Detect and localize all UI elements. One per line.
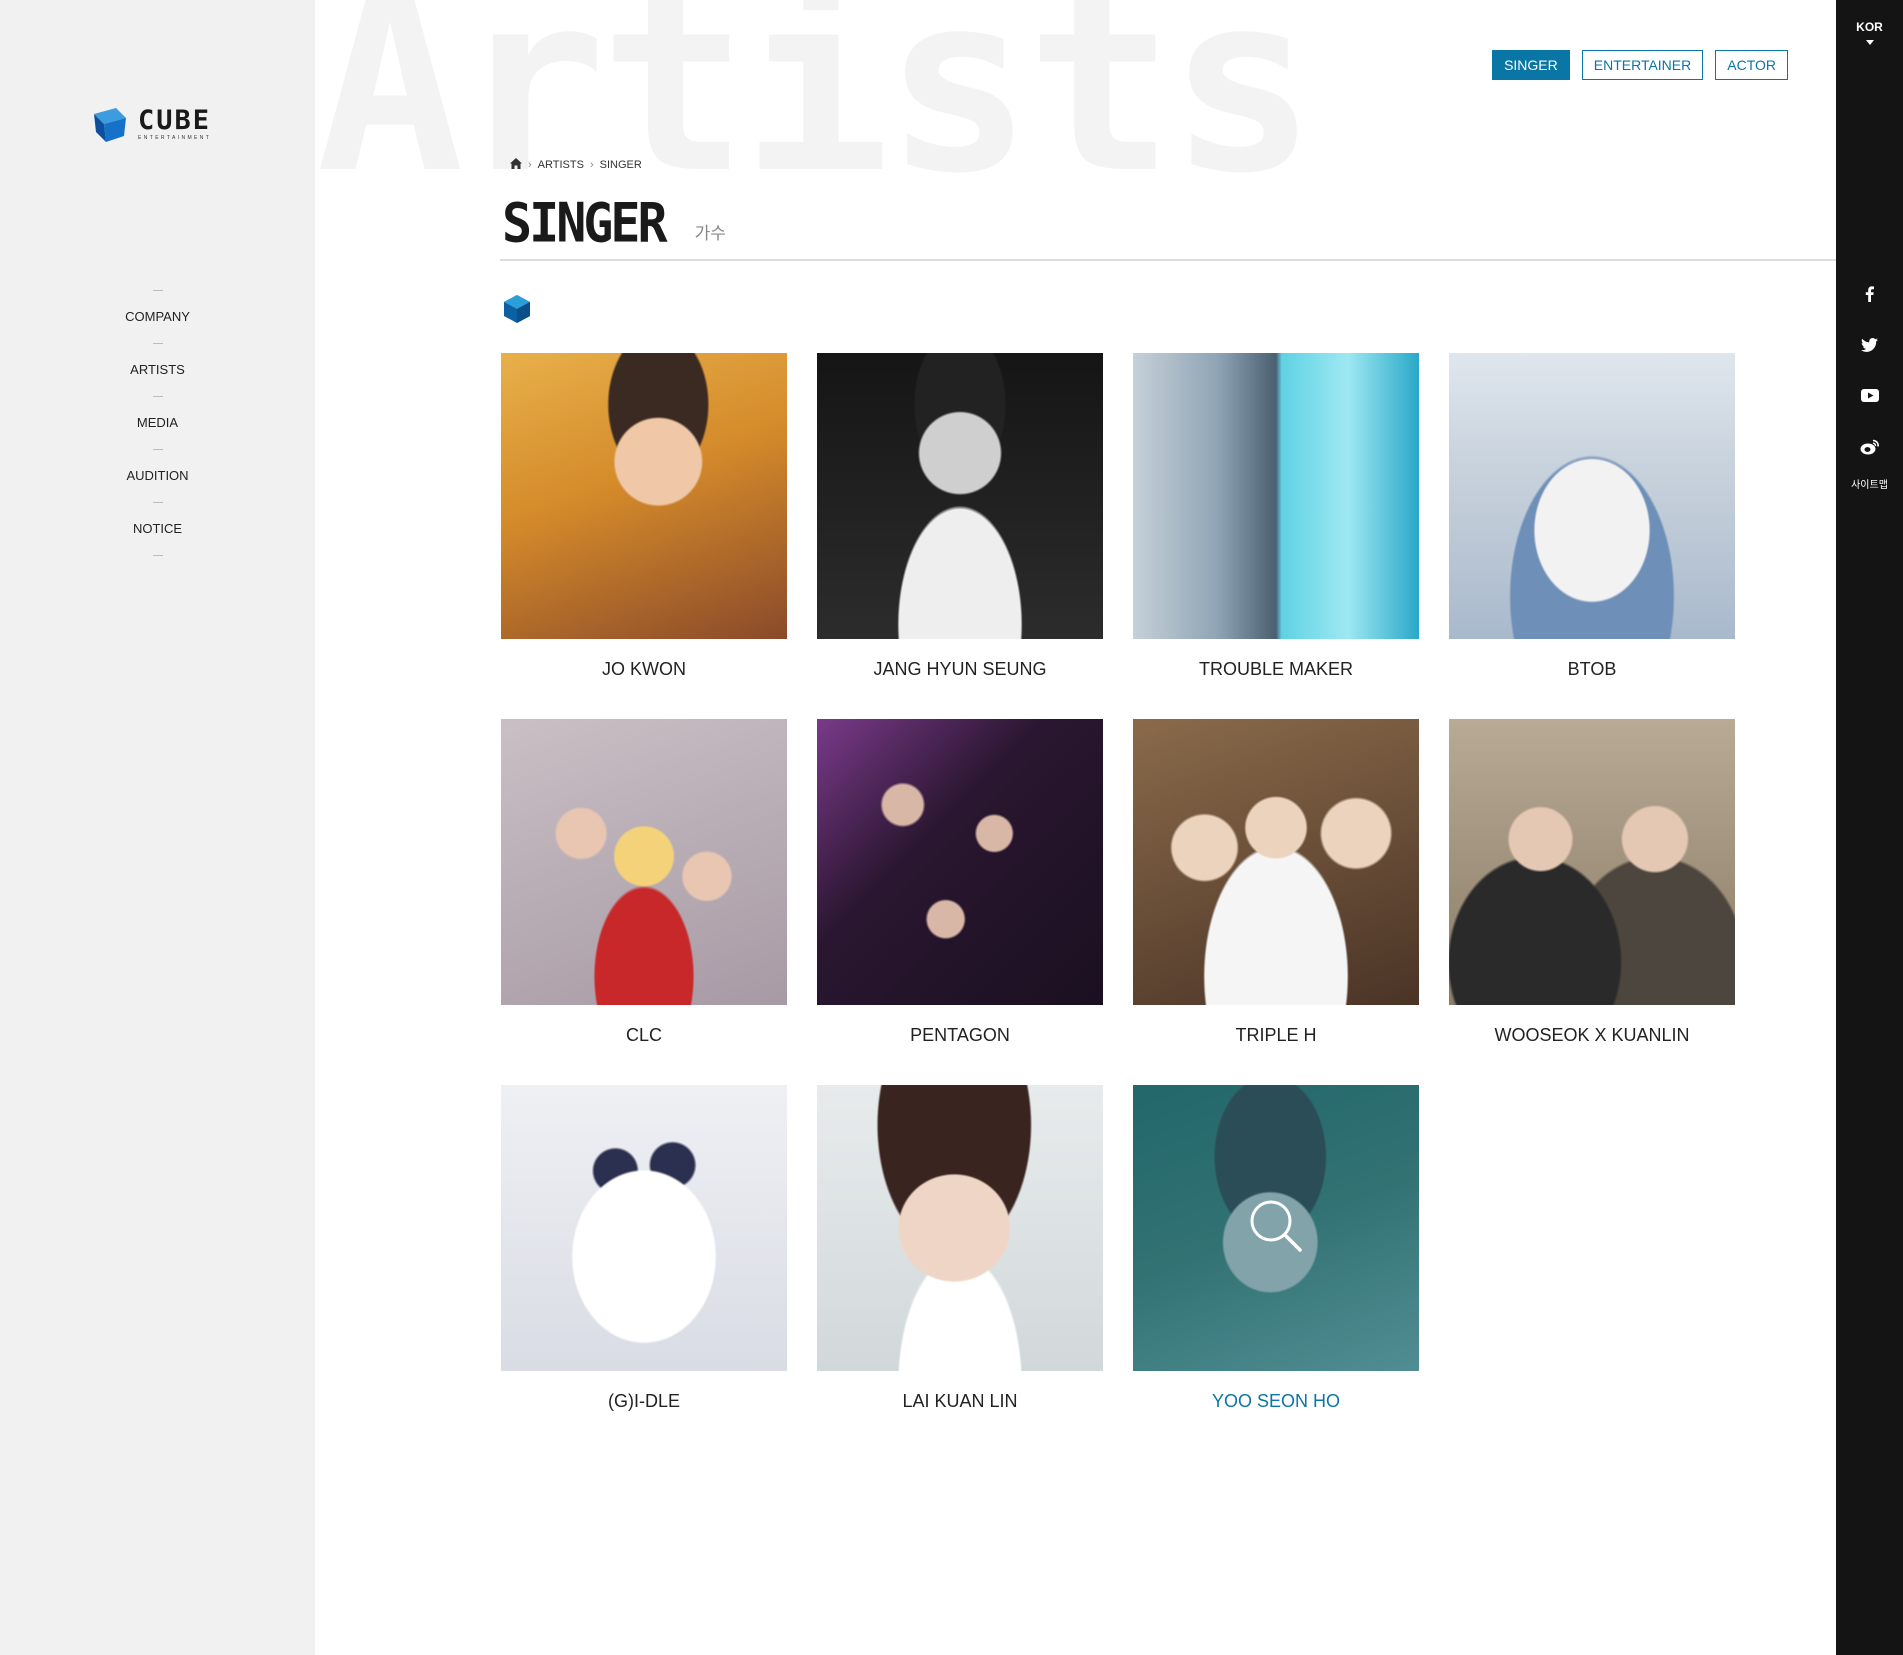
left-sidebar: CUBE ENTERTAINMENT COMPANY ARTISTS MEDIA… xyxy=(0,0,315,1655)
artist-photo[interactable] xyxy=(817,719,1103,1005)
category-tabs: SINGER ENTERTAINER ACTOR xyxy=(1492,50,1788,80)
hover-overlay[interactable] xyxy=(1133,1085,1419,1371)
search-icon xyxy=(1248,1198,1304,1259)
artist-card-btob[interactable]: BTOB xyxy=(1449,353,1735,719)
artist-card-yoo-seon-ho[interactable]: YOO SEON HO xyxy=(1133,1085,1419,1451)
nav-item-notice[interactable]: NOTICE xyxy=(0,503,315,555)
home-icon[interactable] xyxy=(510,158,522,172)
nav-item-media[interactable]: MEDIA xyxy=(0,397,315,449)
tab-singer[interactable]: SINGER xyxy=(1492,50,1570,80)
facebook-icon[interactable] xyxy=(1836,268,1903,319)
artist-photo[interactable] xyxy=(1133,353,1419,639)
artist-photo[interactable] xyxy=(1449,719,1735,1005)
youtube-icon[interactable] xyxy=(1836,370,1903,421)
breadcrumb-singer[interactable]: SINGER xyxy=(600,159,642,171)
artist-photo[interactable] xyxy=(501,1085,787,1371)
page-subtitle: 가수 xyxy=(694,224,726,243)
weibo-icon[interactable] xyxy=(1836,421,1903,472)
artist-name: JANG HYUN SEUNG xyxy=(873,659,1047,679)
artist-name: PENTAGON xyxy=(910,1025,1010,1045)
artist-card-wooseok-x-kuanlin[interactable]: WOOSEOK X KUANLIN xyxy=(1449,719,1735,1085)
nav-item-artists[interactable]: ARTISTS xyxy=(0,344,315,396)
artist-card-trouble-maker[interactable]: TROUBLE MAKER xyxy=(1133,353,1419,719)
artist-photo[interactable] xyxy=(817,353,1103,639)
right-utility-bar: KOR 사이트맵 xyxy=(1836,0,1903,1655)
artist-name: (G)I-DLE xyxy=(608,1391,680,1411)
artist-photo[interactable] xyxy=(1133,719,1419,1005)
title-divider xyxy=(500,259,1836,261)
artist-name: JO KWON xyxy=(602,659,686,679)
artist-card-pentagon[interactable]: PENTAGON xyxy=(817,719,1103,1085)
main-nav: COMPANY ARTISTS MEDIA AUDITION NOTICE xyxy=(0,290,315,556)
page-header: SINGER 가수 xyxy=(502,191,726,255)
nav-divider xyxy=(152,555,163,556)
artist-name: TROUBLE MAKER xyxy=(1198,659,1354,679)
tab-actor[interactable]: ACTOR xyxy=(1715,50,1788,80)
artist-card-g-i-dle[interactable]: (G)I-DLE xyxy=(501,1085,787,1451)
background-artists-word: Artists xyxy=(316,0,1311,192)
cube-logo-icon xyxy=(90,104,130,144)
chevron-right-icon: › xyxy=(528,159,532,171)
language-selector[interactable]: KOR xyxy=(1836,20,1903,45)
artist-photo[interactable] xyxy=(1449,353,1735,639)
tab-entertainer[interactable]: ENTERTAINER xyxy=(1581,50,1704,80)
sitemap-link[interactable]: 사이트맵 xyxy=(1836,476,1903,491)
artist-card-jo-kwon[interactable]: JO KWON xyxy=(501,353,787,719)
artist-card-clc[interactable]: CLC xyxy=(501,719,787,1085)
artist-card-lai-kuan-lin[interactable]: LAI KUAN LIN xyxy=(817,1085,1103,1451)
nav-item-audition[interactable]: AUDITION xyxy=(0,450,315,502)
artist-card-triple-h[interactable]: TRIPLE H xyxy=(1133,719,1419,1085)
artist-photo[interactable] xyxy=(501,353,787,639)
page-title: SINGER xyxy=(502,191,668,255)
cube-logo[interactable]: CUBE ENTERTAINMENT xyxy=(90,104,211,144)
language-label: KOR xyxy=(1856,20,1883,34)
artist-photo[interactable] xyxy=(1133,1085,1419,1371)
artist-grid: JO KWON JANG HYUN SEUNG TROUBLE MAKER BT… xyxy=(501,353,1735,1451)
artist-photo[interactable] xyxy=(817,1085,1103,1371)
social-links: 사이트맵 xyxy=(1836,268,1903,491)
artist-name: YOO SEON HO xyxy=(1211,1391,1341,1411)
caret-down-icon xyxy=(1865,40,1874,45)
artist-name: LAI KUAN LIN xyxy=(902,1391,1018,1411)
hexagon-cube-icon xyxy=(502,294,532,324)
breadcrumb: › ARTISTS › SINGER xyxy=(510,158,642,172)
artist-card-jang-hyun-seung[interactable]: JANG HYUN SEUNG xyxy=(817,353,1103,719)
artist-name: WOOSEOK X KUANLIN xyxy=(1494,1025,1690,1045)
artist-name: BTOB xyxy=(1567,659,1617,679)
artist-name: CLC xyxy=(625,1025,662,1045)
twitter-icon[interactable] xyxy=(1836,319,1903,370)
chevron-right-icon: › xyxy=(589,159,594,171)
logo-subtext: ENTERTAINMENT xyxy=(138,134,212,141)
breadcrumb-artists[interactable]: ARTISTS xyxy=(538,159,584,171)
artist-name: TRIPLE H xyxy=(1235,1025,1317,1045)
logo-wordmark: CUBE xyxy=(138,104,212,136)
nav-item-company[interactable]: COMPANY xyxy=(0,291,315,343)
artist-photo[interactable] xyxy=(501,719,787,1005)
